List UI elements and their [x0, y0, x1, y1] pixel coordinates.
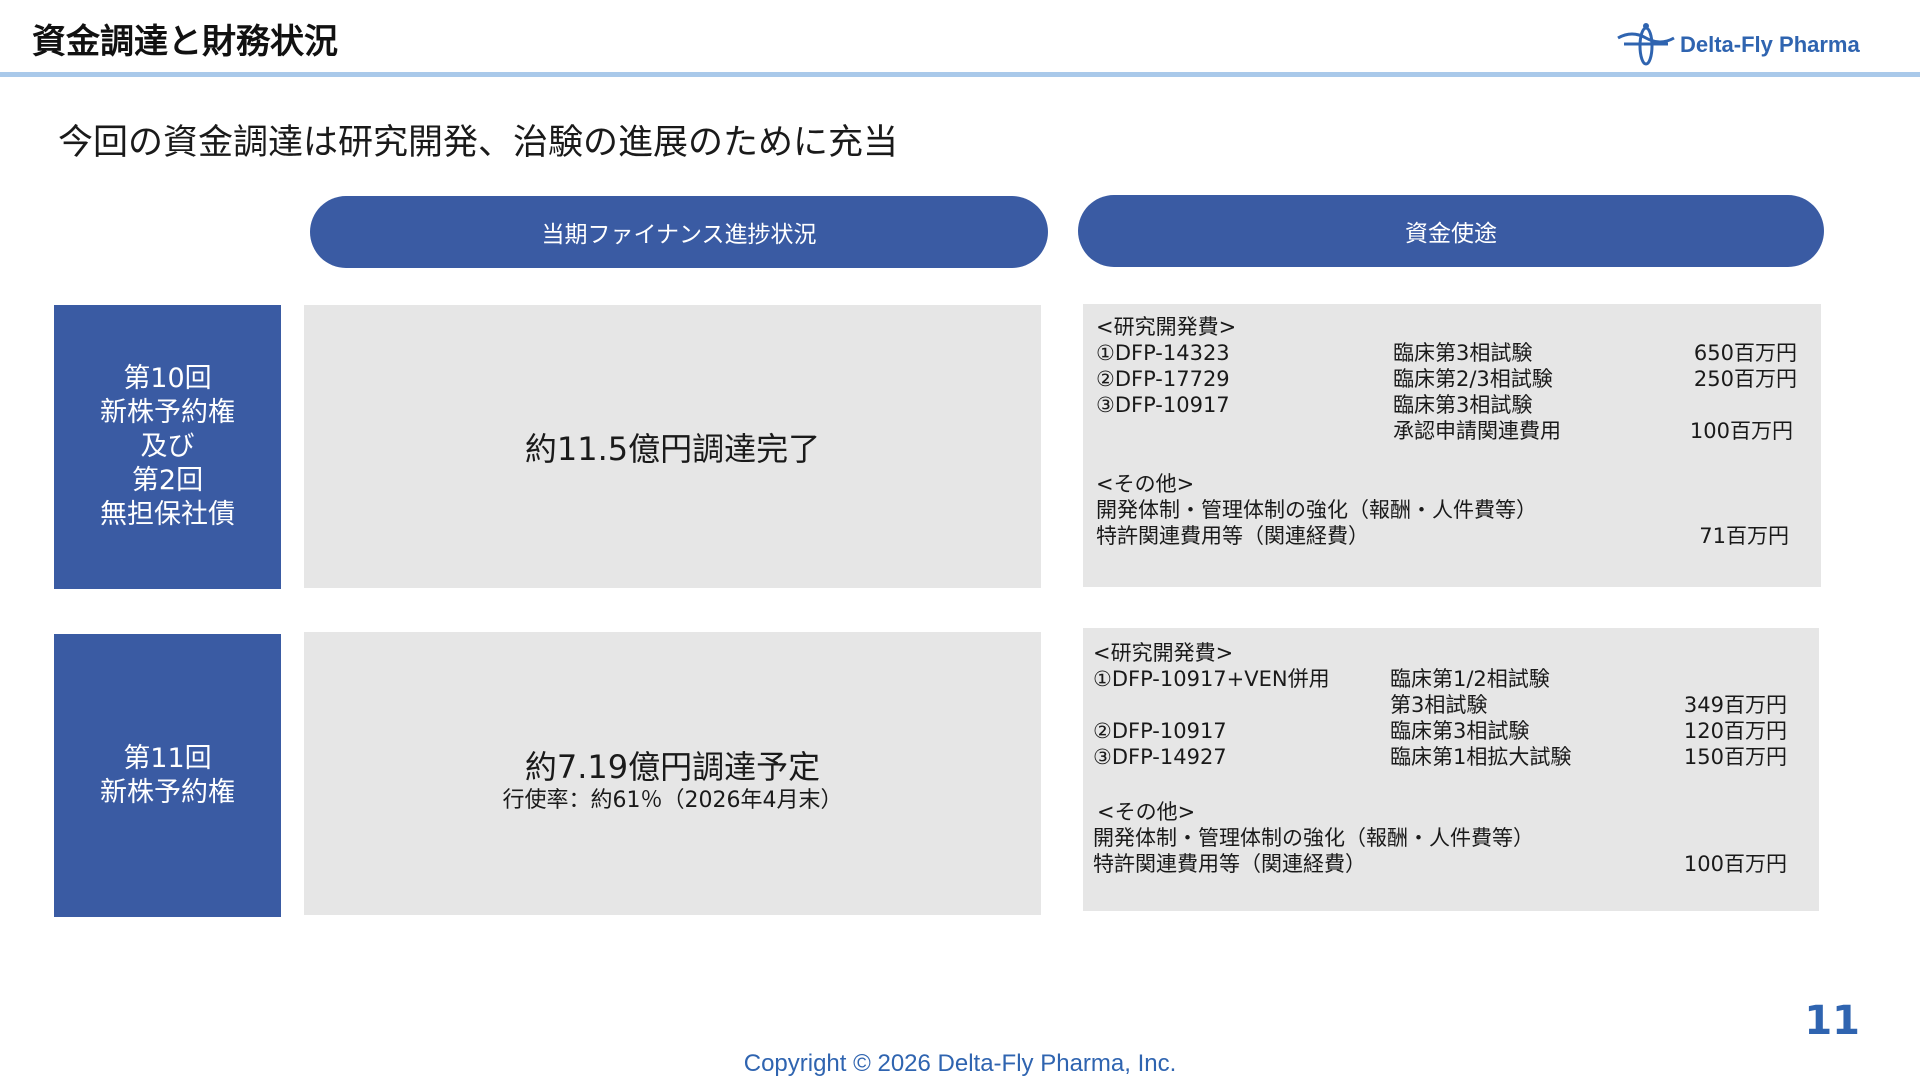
usage-item-name: ②DFP-17729 — [1096, 367, 1230, 391]
round-label-line: 無担保社債 — [100, 499, 235, 530]
usage-item-amount: 349百万円 — [1683, 693, 1787, 717]
usage-item-phase: 臨床第3相試験 — [1393, 393, 1533, 417]
logo-text: Delta-Fly Pharma — [1680, 32, 1860, 57]
rd-header: <研究開発費> — [1096, 315, 1237, 339]
usage-item-amount: 250百万円 — [1693, 367, 1797, 391]
usage-item-amount: 150百万円 — [1683, 745, 1787, 769]
page-number: 11 — [1804, 998, 1860, 1044]
finance-status-amount: 約11.5億円調達完了 — [524, 429, 821, 468]
fund-usage-box: <研究開発費> ①DFP-10917+VEN併用 臨床第1/2相試験 第3相試験… — [1083, 628, 1819, 911]
other-line: 開発体制・管理体制の強化（報酬・人件費等） — [1093, 826, 1534, 850]
other-line: 特許関連費用等（関連経費） — [1093, 852, 1366, 876]
other-line: 特許関連費用等（関連経費） — [1096, 524, 1369, 548]
company-logo: Delta-Fly Pharma — [1616, 20, 1886, 72]
usage-item-name: ③DFP-14927 — [1093, 745, 1227, 769]
usage-item-name: ①DFP-14323 — [1096, 341, 1230, 365]
usage-item-phase: 臨床第3相試験 — [1393, 341, 1533, 365]
round-label-line: 及び — [140, 431, 195, 462]
usage-item-amount: 100百万円 — [1689, 419, 1793, 443]
round-label-line: 新株予約権 — [100, 776, 235, 808]
column-header-fund-usage: 資金使途 — [1078, 195, 1824, 267]
usage-item-amount: 650百万円 — [1693, 341, 1797, 365]
slide-subtitle: 今回の資金調達は研究開発、治験の進展のために充当 — [58, 123, 899, 163]
usage-item-name: ③DFP-10917 — [1096, 393, 1230, 417]
fund-usage-box: <研究開発費> ①DFP-14323 臨床第3相試験 650百万円 ②DFP-1… — [1083, 304, 1821, 587]
usage-item-phase: 臨床第3相試験 — [1390, 719, 1530, 743]
usage-item-amount: 120百万円 — [1683, 719, 1787, 743]
round-label-line: 第10回 — [123, 363, 212, 394]
usage-item-name: ②DFP-10917 — [1093, 719, 1227, 743]
column-header-finance-progress: 当期ファイナンス進捗状況 — [310, 196, 1048, 268]
financing-round-label: 第10回 新株予約権 及び 第2回 無担保社債 — [54, 305, 281, 589]
copyright-notice: Copyright © 2026 Delta-Fly Pharma, Inc. — [743, 1050, 1177, 1077]
finance-status-box: 約7.19億円調達予定 行使率：約61％（2026年4月末） — [304, 632, 1041, 915]
other-amount: 71百万円 — [1699, 524, 1789, 548]
rd-header: <研究開発費> — [1093, 641, 1234, 665]
usage-item-phase: 第3相試験 — [1390, 693, 1488, 717]
round-label-line: 第11回 — [123, 742, 212, 774]
other-amount: 100百万円 — [1683, 852, 1787, 876]
other-header: <その他> — [1097, 800, 1196, 824]
finance-status-box: 約11.5億円調達完了 — [304, 305, 1041, 588]
other-line: 開発体制・管理体制の強化（報酬・人件費等） — [1096, 498, 1537, 522]
logo-mark-icon — [1617, 23, 1675, 66]
usage-item-phase: 臨床第1相拡大試験 — [1390, 745, 1572, 769]
round-label-line: 新株予約権 — [100, 397, 235, 428]
other-header: <その他> — [1096, 472, 1195, 496]
header-divider — [0, 72, 1920, 77]
financing-round-label: 第11回 新株予約権 — [54, 634, 281, 917]
page-title: 資金調達と財務状況 — [32, 22, 338, 62]
usage-item-phase: 承認申請関連費用 — [1393, 419, 1561, 443]
usage-item-name: ①DFP-10917+VEN併用 — [1093, 667, 1330, 691]
usage-item-phase: 臨床第1/2相試験 — [1390, 667, 1550, 691]
round-label-line: 第2回 — [131, 465, 204, 496]
usage-item-phase: 臨床第2/3相試験 — [1393, 367, 1553, 391]
finance-status-note: 行使率：約61％（2026年4月末） — [502, 788, 843, 813]
